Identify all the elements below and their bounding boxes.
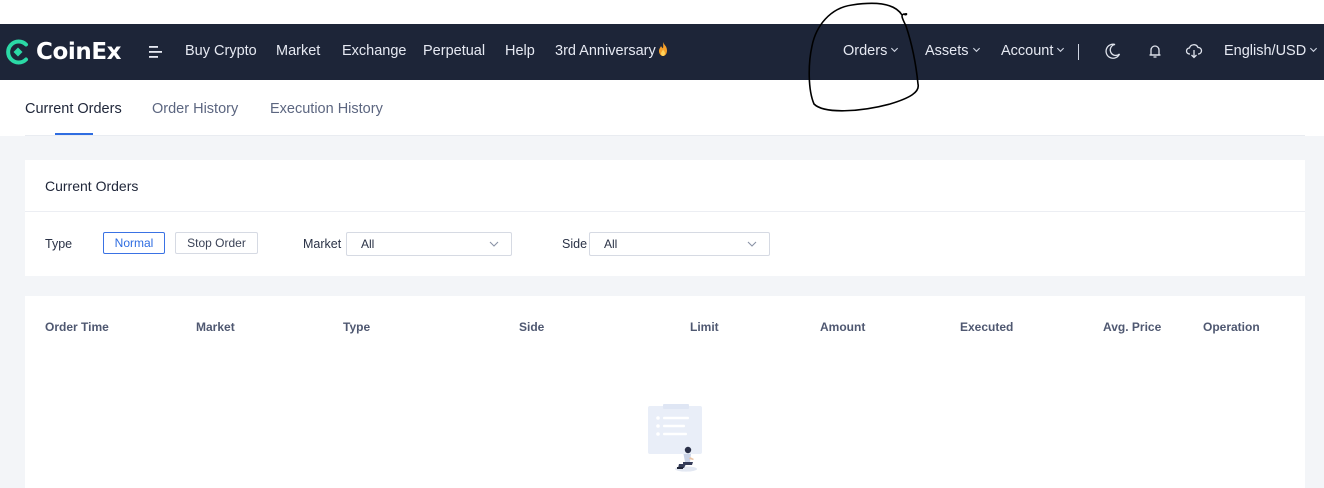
- top-nav-bar: CoinEx Buy Crypto Market Exchange Perpet…: [0, 24, 1324, 80]
- market-select-value: All: [361, 237, 375, 251]
- card-title: Current Orders: [45, 178, 139, 194]
- empty-orders-illustration: [648, 404, 702, 472]
- language-currency-select[interactable]: English/USD: [1224, 24, 1318, 80]
- type-stop-order-button[interactable]: Stop Order: [175, 232, 258, 254]
- tab-current-orders[interactable]: Current Orders: [25, 80, 122, 136]
- nav-3rd-anniversary[interactable]: 3rd Anniversary: [555, 24, 669, 80]
- column-header-operation: Operation: [1203, 320, 1260, 334]
- chevron-down-icon: [747, 241, 757, 247]
- chevron-down-icon: [489, 241, 499, 247]
- side-select-value: All: [604, 237, 618, 251]
- nav-account[interactable]: Account: [1001, 24, 1065, 80]
- chevron-down-icon: [972, 47, 980, 52]
- nav-assets-label: Assets: [925, 43, 969, 59]
- chevron-down-icon: [1310, 47, 1318, 52]
- orders-tabs: Current Orders Order History Execution H…: [0, 80, 1324, 136]
- nav-help[interactable]: Help: [505, 24, 535, 80]
- brand-name: CoinEx: [36, 39, 122, 65]
- market-label: Market: [303, 237, 342, 251]
- menu-icon[interactable]: [148, 43, 164, 61]
- nav-exchange[interactable]: Exchange: [342, 24, 407, 80]
- column-header-avg-price: Avg. Price: [1103, 320, 1162, 334]
- card-divider: [25, 211, 1305, 212]
- tab-execution-history[interactable]: Execution History: [270, 80, 383, 136]
- coinex-logo-icon: [6, 39, 28, 65]
- cloud-download-icon[interactable]: [1185, 42, 1203, 60]
- nav-account-label: Account: [1001, 43, 1054, 59]
- tab-order-history[interactable]: Order History: [152, 80, 238, 136]
- type-label: Type: [45, 237, 73, 251]
- nav-orders-label: Orders: [843, 43, 888, 59]
- bell-icon[interactable]: [1146, 42, 1164, 60]
- orders-table-card: Order Time Market Type Side Limit Amount…: [25, 296, 1305, 488]
- nav-orders[interactable]: Orders: [843, 24, 899, 80]
- coinex-logo[interactable]: CoinEx: [4, 24, 121, 80]
- type-normal-button[interactable]: Normal: [103, 232, 165, 254]
- nav-separator: [1078, 44, 1079, 60]
- column-header-type: Type: [343, 320, 371, 334]
- side-label: Side: [562, 237, 588, 251]
- column-header-executed: Executed: [960, 320, 1014, 334]
- current-orders-filter-card: Current Orders Type Normal Stop Order Ma…: [25, 160, 1305, 276]
- nav-perpetual[interactable]: Perpetual: [423, 24, 485, 80]
- nav-market[interactable]: Market: [276, 24, 320, 80]
- column-header-amount: Amount: [820, 320, 866, 334]
- chevron-down-icon: [891, 47, 899, 52]
- column-header-limit: Limit: [690, 320, 719, 334]
- nav-assets[interactable]: Assets: [925, 24, 981, 80]
- language-currency-label: English/USD: [1224, 43, 1307, 59]
- nav-buy-crypto[interactable]: Buy Crypto: [185, 24, 257, 80]
- fire-icon: [658, 42, 667, 57]
- column-header-side: Side: [519, 320, 545, 334]
- chevron-down-icon: [1057, 47, 1065, 52]
- nav-3rd-anniversary-label: 3rd Anniversary: [555, 43, 656, 59]
- column-header-order-time: Order Time: [45, 320, 109, 334]
- moon-icon[interactable]: [1104, 42, 1122, 60]
- market-select[interactable]: All: [346, 232, 512, 256]
- column-header-market: Market: [196, 320, 235, 334]
- side-select[interactable]: All: [589, 232, 770, 256]
